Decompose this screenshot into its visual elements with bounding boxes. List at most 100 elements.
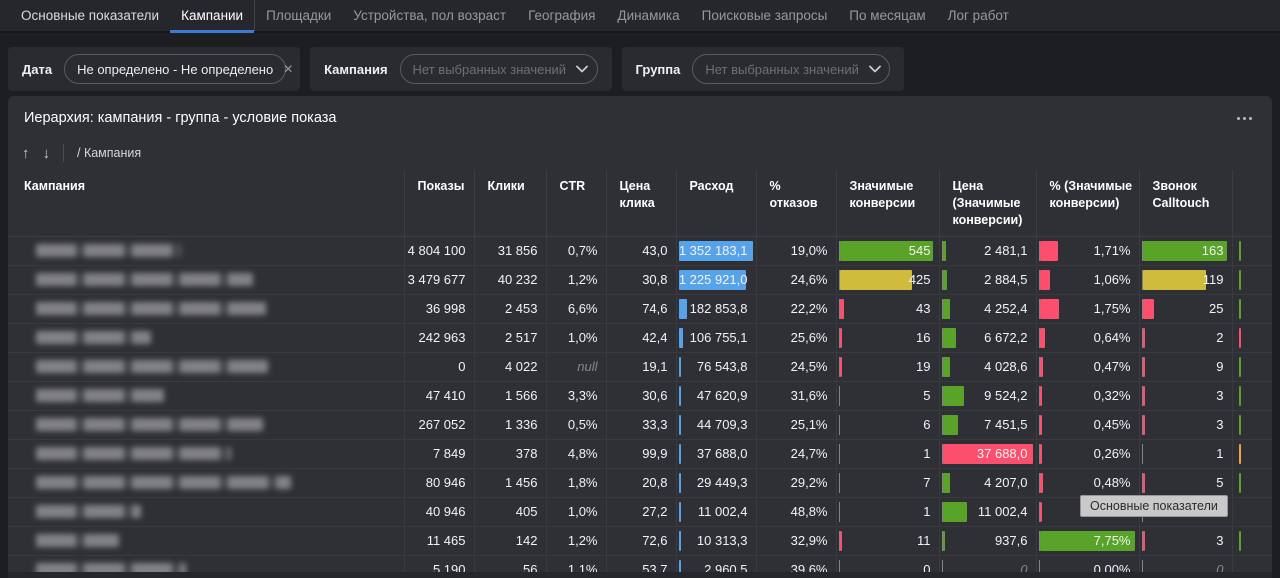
cell-conv: 5	[923, 388, 930, 403]
table-row-0[interactable]: 4 804 10031 8560,7%43,01 352 183,119,0%5…	[8, 236, 1272, 265]
tab-1[interactable]: Кампании	[170, 0, 255, 31]
table-row-6[interactable]: 267 0521 3360,5%33,344 709,325,1%67 451,…	[8, 410, 1272, 439]
drill-up-icon[interactable]: ↑	[22, 146, 30, 161]
col-header-shows[interactable]: Показы	[404, 170, 474, 236]
cell-shows: 11 465	[427, 533, 466, 548]
tab-4[interactable]: География	[517, 0, 606, 31]
campaign-name-redacted	[36, 244, 181, 257]
data-bar	[1143, 270, 1206, 290]
data-bar	[943, 299, 951, 319]
cell-cost: 2 960,5	[704, 562, 747, 572]
data-bar	[679, 299, 687, 319]
data-bar	[943, 502, 968, 522]
cell-cost: 76 543,8	[697, 359, 748, 374]
cell-call: 9	[1216, 359, 1223, 374]
cell-clicks: 405	[516, 504, 538, 519]
cell-bounce: 24,5%	[791, 359, 828, 374]
drill-down-icon[interactable]: ↓	[43, 146, 51, 161]
cell-cpc: 30,8	[642, 272, 667, 287]
cell-call: 3	[1216, 417, 1223, 432]
col-header-cpa[interactable]: Цена (Значимые конверсии)	[939, 170, 1036, 236]
cell-conv: 1	[923, 504, 930, 519]
table-row-10[interactable]: 11 4651421,2%72,610 313,332,9%11937,67,7…	[8, 526, 1272, 555]
more-menu-icon[interactable]	[1233, 113, 1256, 124]
cell-cpa: 6 672,2	[984, 330, 1027, 345]
table-row-11[interactable]: 5 190561,1%53,72 960,539,6%000,00%0	[8, 555, 1272, 572]
table-row-4[interactable]: 04 022null19,176 543,824,5%194 028,60,47…	[8, 352, 1272, 381]
data-bar	[1239, 415, 1241, 435]
table-row-2[interactable]: 36 9982 4536,6%74,6182 853,822,2%434 252…	[8, 294, 1272, 323]
data-bar	[840, 328, 842, 348]
data-bar	[943, 531, 945, 551]
col-header-convr[interactable]: % (Значимые конверсии)	[1036, 170, 1139, 236]
data-bar	[679, 357, 681, 377]
tab-8[interactable]: Лог работ	[937, 0, 1020, 31]
cell-cpc: 19,1	[642, 359, 667, 374]
cell-cpc: 27,2	[642, 504, 667, 519]
data-bar	[943, 241, 946, 261]
cell-shows: 0	[458, 359, 465, 374]
tab-2[interactable]: Площадки	[255, 0, 342, 31]
data-bar	[1040, 299, 1059, 319]
data-bar	[1040, 415, 1043, 435]
data-bar	[1143, 386, 1145, 406]
data-bar	[1040, 502, 1042, 522]
group-select[interactable]: Нет выбранных значений	[692, 54, 890, 84]
table-row-5[interactable]: 47 4101 5663,3%30,647 620,931,6%59 524,2…	[8, 381, 1272, 410]
cell-convr: 0,00%	[1094, 562, 1131, 572]
col-header-extra[interactable]	[1232, 170, 1272, 236]
col-header-cpc[interactable]: Цена клика	[606, 170, 676, 236]
cell-cpc: 74,6	[642, 301, 667, 316]
cell-cpa: 4 207,0	[984, 475, 1027, 490]
tab-3[interactable]: Устройства, пол возраст	[342, 0, 517, 31]
chevron-down-icon	[869, 65, 881, 73]
col-header-bounce[interactable]: % отказов	[756, 170, 836, 236]
cell-call: 3	[1216, 388, 1223, 403]
cell-ctr: 1,0%	[568, 504, 598, 519]
date-filter-value[interactable]: Не определено - Не определено ✕	[64, 54, 286, 84]
cell-bounce: 48,8%	[791, 504, 828, 519]
data-bar	[943, 357, 950, 377]
cell-cpa: 937,6	[995, 533, 1028, 548]
cell-shows: 267 052	[419, 417, 466, 432]
tab-6[interactable]: Поисковые запросы	[691, 0, 839, 31]
data-bar	[943, 386, 964, 406]
cell-shows: 7 849	[433, 446, 466, 461]
col-header-name[interactable]: Кампания	[8, 170, 404, 236]
table-row-7[interactable]: 7 8493784,8%99,937 688,024,7%137 688,00,…	[8, 439, 1272, 468]
partial-next-row	[8, 572, 1272, 578]
cell-clicks: 4 022	[505, 359, 538, 374]
campaign-name-redacted	[36, 360, 268, 373]
date-filter-label: Дата	[22, 62, 52, 77]
table-row-1[interactable]: 3 479 67740 2321,2%30,81 225 921,024,6%4…	[8, 265, 1272, 294]
tab-bar: Основные показателиКампанииПлощадкиУстро…	[0, 0, 1280, 33]
cell-call: 119	[1203, 272, 1224, 287]
col-header-conv[interactable]: Значимые конверсии	[836, 170, 939, 236]
filter-bar: Дата Не определено - Не определено ✕ Кам…	[0, 33, 1280, 91]
col-header-clicks[interactable]: Клики	[474, 170, 546, 236]
table-row-3[interactable]: 242 9632 5171,0%42,4106 755,125,6%166 67…	[8, 323, 1272, 352]
cell-shows: 242 963	[419, 330, 466, 345]
cell-bounce: 39,6%	[791, 562, 828, 572]
card-title: Иерархия: кампания - группа - условие по…	[24, 110, 336, 126]
clear-icon[interactable]: ✕	[283, 62, 293, 76]
tab-7[interactable]: По месяцам	[838, 0, 936, 31]
tab-0[interactable]: Основные показатели	[10, 0, 170, 31]
col-header-cost[interactable]: Расход	[676, 170, 756, 236]
cell-ctr: 0,7%	[568, 243, 598, 258]
cell-cost: 106 755,1	[690, 330, 748, 345]
cell-cpc: 20,8	[642, 475, 667, 490]
cell-clicks: 2 453	[505, 301, 538, 316]
cell-convr: 0,32%	[1094, 388, 1131, 403]
cell-cpa: 0	[1020, 562, 1027, 572]
tab-5[interactable]: Динамика	[606, 0, 690, 31]
cell-clicks: 56	[523, 562, 537, 572]
cell-convr: 0,26%	[1094, 446, 1131, 461]
cell-convr: 1,75%	[1094, 301, 1131, 316]
table-row-8[interactable]: 80 9461 4561,8%20,829 449,329,2%74 207,0…	[8, 468, 1272, 497]
campaign-select[interactable]: Нет выбранных значений	[400, 54, 598, 84]
col-header-call[interactable]: Звонок Calltouch	[1139, 170, 1232, 236]
cell-bounce: 19,0%	[791, 243, 828, 258]
data-bar	[1239, 531, 1241, 551]
col-header-ctr[interactable]: CTR	[546, 170, 606, 236]
